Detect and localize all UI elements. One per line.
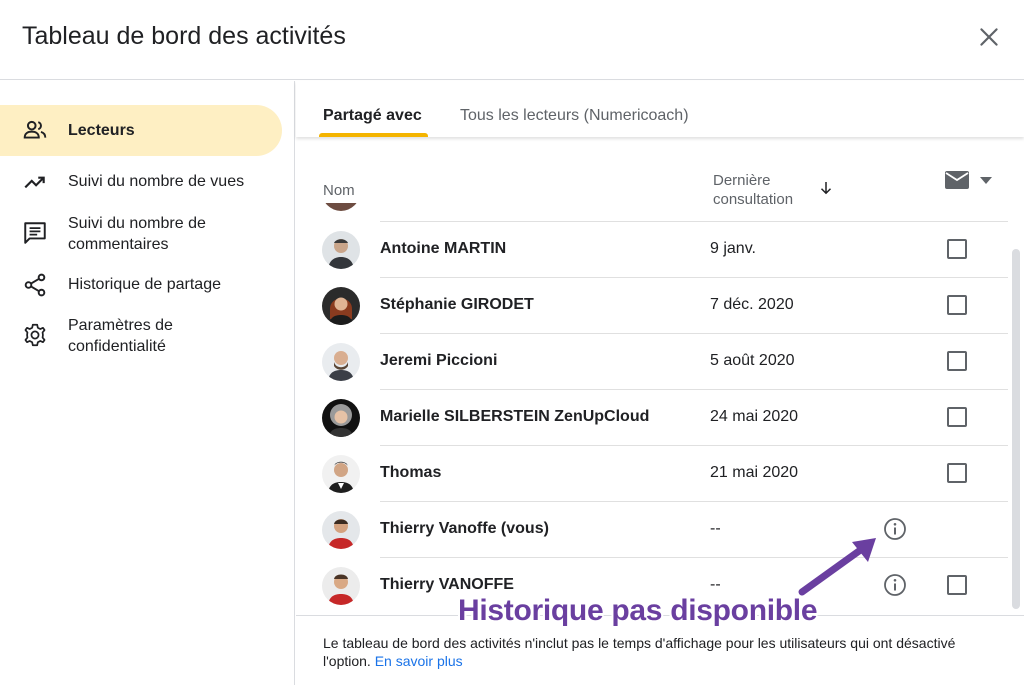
sidebar-item-label: Historique de partage	[68, 276, 221, 293]
tab-indicator	[319, 133, 428, 137]
last-view-date: 24 mai 2020	[710, 408, 799, 425]
trending-up-icon	[24, 176, 45, 189]
table-row: Thierry Vanoffe (vous) --	[296, 501, 1024, 557]
dialog-title: Tableau de bord des activités	[22, 22, 346, 50]
reader-name: Thierry Vanoffe (vous)	[380, 520, 549, 537]
table-row: Stéphanie GIRODET 7 déc. 2020	[296, 277, 1024, 333]
avatar	[322, 455, 360, 493]
row-divider	[380, 389, 1008, 390]
reader-name: Jeremi Piccioni	[380, 352, 498, 369]
avatar	[322, 343, 360, 381]
reader-name: Thomas	[380, 464, 442, 481]
avatar	[322, 203, 360, 211]
row-divider	[380, 277, 1008, 278]
tab-bar: Partagé avec Tous les lecteurs (Numerico…	[296, 81, 1024, 137]
notify-checkbox[interactable]	[947, 239, 967, 259]
chevron-down-icon[interactable]	[980, 177, 992, 185]
column-header-name[interactable]: Nom	[323, 181, 355, 200]
last-view-date: 7 déc. 2020	[710, 296, 794, 313]
row-divider	[380, 557, 1008, 558]
notify-checkbox[interactable]	[947, 575, 967, 595]
avatar	[322, 287, 360, 325]
people-icon	[23, 120, 47, 139]
reader-name: Antoine MARTIN	[380, 240, 507, 257]
share-icon	[24, 273, 46, 297]
dialog-header: Tableau de bord des activités	[0, 0, 1024, 80]
sidebar-item-partage[interactable]: Historique de partage	[0, 270, 282, 300]
table-row: Jeremi Piccioni 5 août 2020	[296, 333, 1024, 389]
gear-icon	[24, 323, 46, 347]
row-divider	[380, 221, 1008, 222]
comment-icon	[24, 222, 46, 244]
table-row: Antoine MARTIN 9 janv.	[296, 221, 1024, 277]
readers-table: Antoine MARTIN 9 janv. Stéphanie GIRODET…	[296, 203, 1024, 615]
row-divider	[380, 333, 1008, 334]
last-view-date: 9 janv.	[710, 240, 756, 257]
sidebar-item-label: Suivi du nombre de commentaires	[68, 215, 206, 253]
row-divider	[380, 445, 1008, 446]
annotation-arrow	[798, 538, 876, 596]
close-icon[interactable]	[976, 24, 1002, 50]
notify-checkbox[interactable]	[947, 351, 967, 371]
sidebar-item-vues[interactable]: Suivi du nombre de vues	[0, 167, 282, 197]
footer-note: Le tableau de bord des activités n'inclu…	[323, 634, 983, 670]
tab-partage-avec[interactable]: Partagé avec	[323, 107, 422, 125]
last-view-date: 21 mai 2020	[710, 464, 799, 481]
notify-checkbox[interactable]	[947, 463, 967, 483]
tab-tous-les-lecteurs[interactable]: Tous les lecteurs (Numericoach)	[460, 107, 689, 125]
row-divider	[380, 501, 1008, 502]
sidebar-item-lecteurs[interactable]: Lecteurs	[0, 105, 282, 156]
notify-checkbox[interactable]	[947, 407, 967, 427]
reader-name: Stéphanie GIRODET	[380, 296, 534, 313]
reader-name: Marielle SILBERSTEIN ZenUpCloud	[380, 408, 650, 425]
learn-more-link[interactable]: En savoir plus	[375, 653, 463, 669]
avatar	[322, 567, 360, 605]
table-row: Thomas 21 mai 2020	[296, 445, 1024, 501]
arrow-down-icon[interactable]	[817, 179, 835, 197]
avatar	[322, 399, 360, 437]
sidebar: Lecteurs Suivi du nombre de vues Suivi d…	[0, 81, 295, 685]
sidebar-item-label: Paramètres de confidentialité	[68, 317, 173, 355]
last-view-date: 5 août 2020	[710, 352, 795, 369]
sidebar-item-label: Lecteurs	[68, 122, 135, 139]
annotation-label: Historique pas disponible	[458, 594, 818, 627]
reader-name: Thierry VANOFFE	[380, 576, 514, 593]
table-row: Marielle SILBERSTEIN ZenUpCloud 24 mai 2…	[296, 389, 1024, 445]
avatar	[322, 231, 360, 269]
sidebar-item-label: Suivi du nombre de vues	[68, 173, 245, 190]
sidebar-item-commentaires[interactable]: Suivi du nombre de commentaires	[0, 209, 282, 257]
last-view-date: --	[710, 520, 721, 537]
last-view-date: --	[710, 576, 721, 593]
avatar	[322, 511, 360, 549]
scrollbar[interactable]	[1012, 249, 1020, 609]
notify-checkbox[interactable]	[947, 295, 967, 315]
mail-icon[interactable]	[944, 169, 970, 191]
sidebar-item-confidentialite[interactable]: Paramètres de confidentialité	[0, 311, 282, 359]
